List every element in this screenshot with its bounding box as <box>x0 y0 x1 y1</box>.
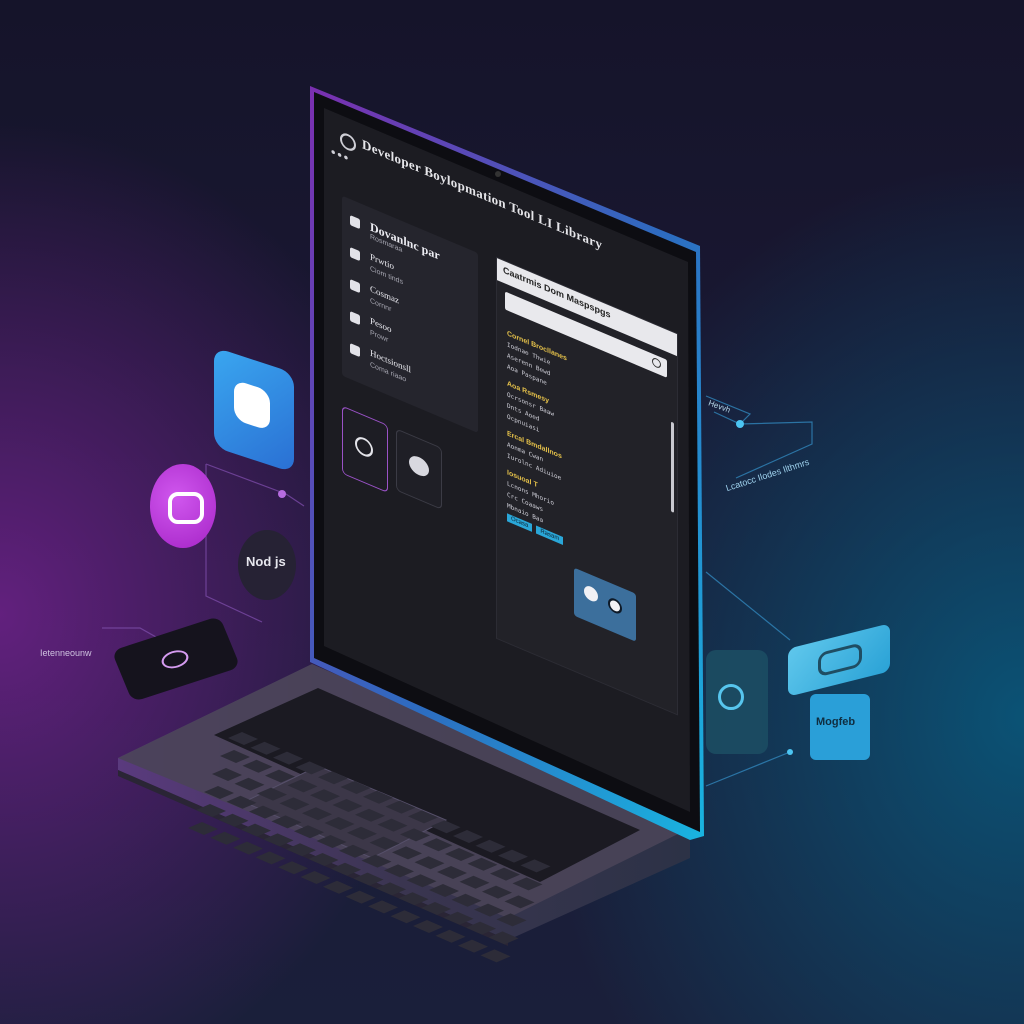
eye-icon <box>158 647 192 672</box>
mysql-label: Mogfeb <box>816 716 856 728</box>
search-tile-right[interactable] <box>706 650 768 754</box>
puzzle-icon <box>234 379 270 432</box>
node-label: Nod js <box>246 554 286 569</box>
chain-icon <box>818 642 862 678</box>
mysql-bubble[interactable]: Mogfeb <box>810 694 870 760</box>
search-icon <box>718 684 744 710</box>
left-caption: Ietenneounw <box>40 648 92 658</box>
node-badge[interactable]: Nod js <box>238 530 296 600</box>
purple-app-icon[interactable] <box>150 464 216 548</box>
link-icon <box>168 492 204 524</box>
